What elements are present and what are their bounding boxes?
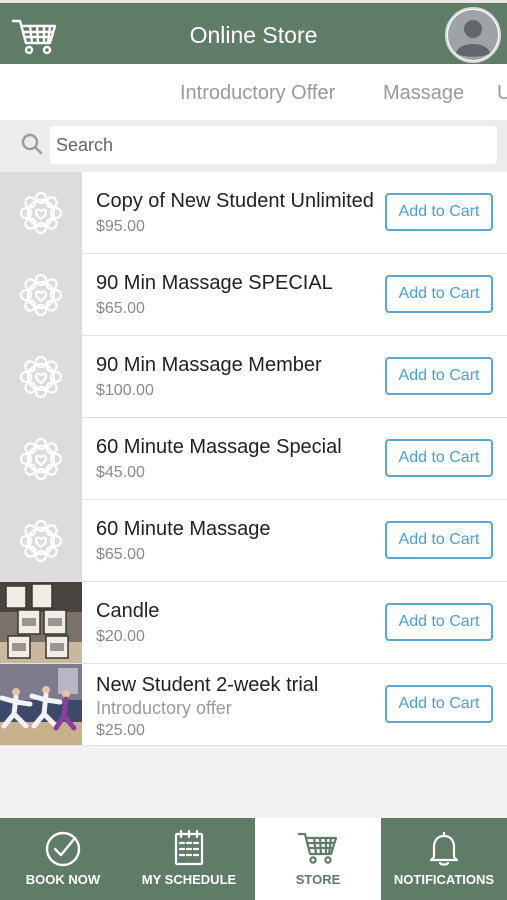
product-name: New Student 2-week trial [96, 674, 319, 696]
product-name: 90 Min Massage SPECIAL [96, 272, 333, 294]
add-to-cart-button[interactable]: Add to Cart [385, 521, 493, 559]
tab-more[interactable]: U [497, 82, 507, 105]
search-bar [0, 120, 507, 172]
page-title: Online Store [189, 22, 318, 48]
bottom-navigation: BOOK NOW MY SCHEDULE STORE NOTIFICATIONS [0, 818, 507, 900]
yoga-class-photo [0, 664, 82, 745]
logo-placeholder-icon [0, 418, 82, 499]
product-list: Copy of New Student Unlimited $95.00 Add… [0, 172, 507, 746]
nav-store[interactable]: STORE [255, 818, 381, 900]
tab-introductory-offer[interactable]: Introductory Offer [180, 82, 335, 105]
app-header: Online Store [0, 0, 507, 64]
product-price: $65.00 [96, 300, 145, 317]
logo-placeholder-icon [0, 172, 82, 253]
add-to-cart-button[interactable]: Add to Cart [385, 439, 493, 477]
product-price: $95.00 [96, 218, 145, 235]
candle-photo [0, 582, 82, 663]
category-tabs: Introductory Offer Massage U [0, 64, 507, 120]
nav-my-schedule[interactable]: MY SCHEDULE [126, 818, 252, 900]
product-row[interactable]: 60 Minute Massage $65.00 Add to Cart [0, 500, 507, 582]
nav-label: MY SCHEDULE [141, 872, 237, 887]
product-price: $65.00 [96, 546, 145, 563]
nav-label: NOTIFICATIONS [393, 872, 495, 887]
nav-notifications[interactable]: NOTIFICATIONS [381, 818, 507, 900]
product-price: $45.00 [96, 464, 145, 481]
logo-placeholder-icon [0, 336, 82, 417]
product-name: Candle [96, 600, 160, 622]
calendar-icon [126, 828, 252, 868]
add-to-cart-button[interactable]: Add to Cart [385, 193, 493, 231]
user-avatar-icon[interactable] [445, 7, 501, 63]
search-input[interactable] [50, 126, 497, 164]
product-price: $100.00 [96, 382, 154, 399]
check-circle-icon [0, 828, 126, 868]
search-icon [20, 132, 44, 156]
logo-placeholder-icon [0, 500, 82, 581]
add-to-cart-button[interactable]: Add to Cart [385, 685, 493, 723]
add-to-cart-button[interactable]: Add to Cart [385, 357, 493, 395]
add-to-cart-button[interactable]: Add to Cart [385, 275, 493, 313]
nav-book-now[interactable]: BOOK NOW [0, 818, 126, 900]
product-row[interactable]: 60 Minute Massage Special $45.00 Add to … [0, 418, 507, 500]
product-row[interactable]: Candle $20.00 Add to Cart [0, 582, 507, 664]
product-row[interactable]: Copy of New Student Unlimited $95.00 Add… [0, 172, 507, 254]
product-row[interactable]: New Student 2-week trial Introductory of… [0, 664, 507, 746]
product-name: 60 Minute Massage Special [96, 436, 342, 458]
logo-placeholder-icon [0, 254, 82, 335]
bell-icon [381, 828, 507, 868]
cart-icon [255, 828, 381, 868]
product-name: 90 Min Massage Member [96, 354, 322, 376]
product-row[interactable]: 90 Min Massage Member $100.00 Add to Car… [0, 336, 507, 418]
product-price: $25.00 [96, 722, 145, 739]
product-subtitle: Introductory offer [96, 698, 232, 718]
tab-massage[interactable]: Massage [383, 82, 464, 105]
product-price: $20.00 [96, 628, 145, 645]
product-name: Copy of New Student Unlimited [96, 190, 374, 212]
add-to-cart-button[interactable]: Add to Cart [385, 603, 493, 641]
nav-label: BOOK NOW [25, 872, 101, 887]
product-row[interactable]: 90 Min Massage SPECIAL $65.00 Add to Car… [0, 254, 507, 336]
nav-label: STORE [295, 872, 341, 887]
product-name: 60 Minute Massage [96, 518, 271, 540]
